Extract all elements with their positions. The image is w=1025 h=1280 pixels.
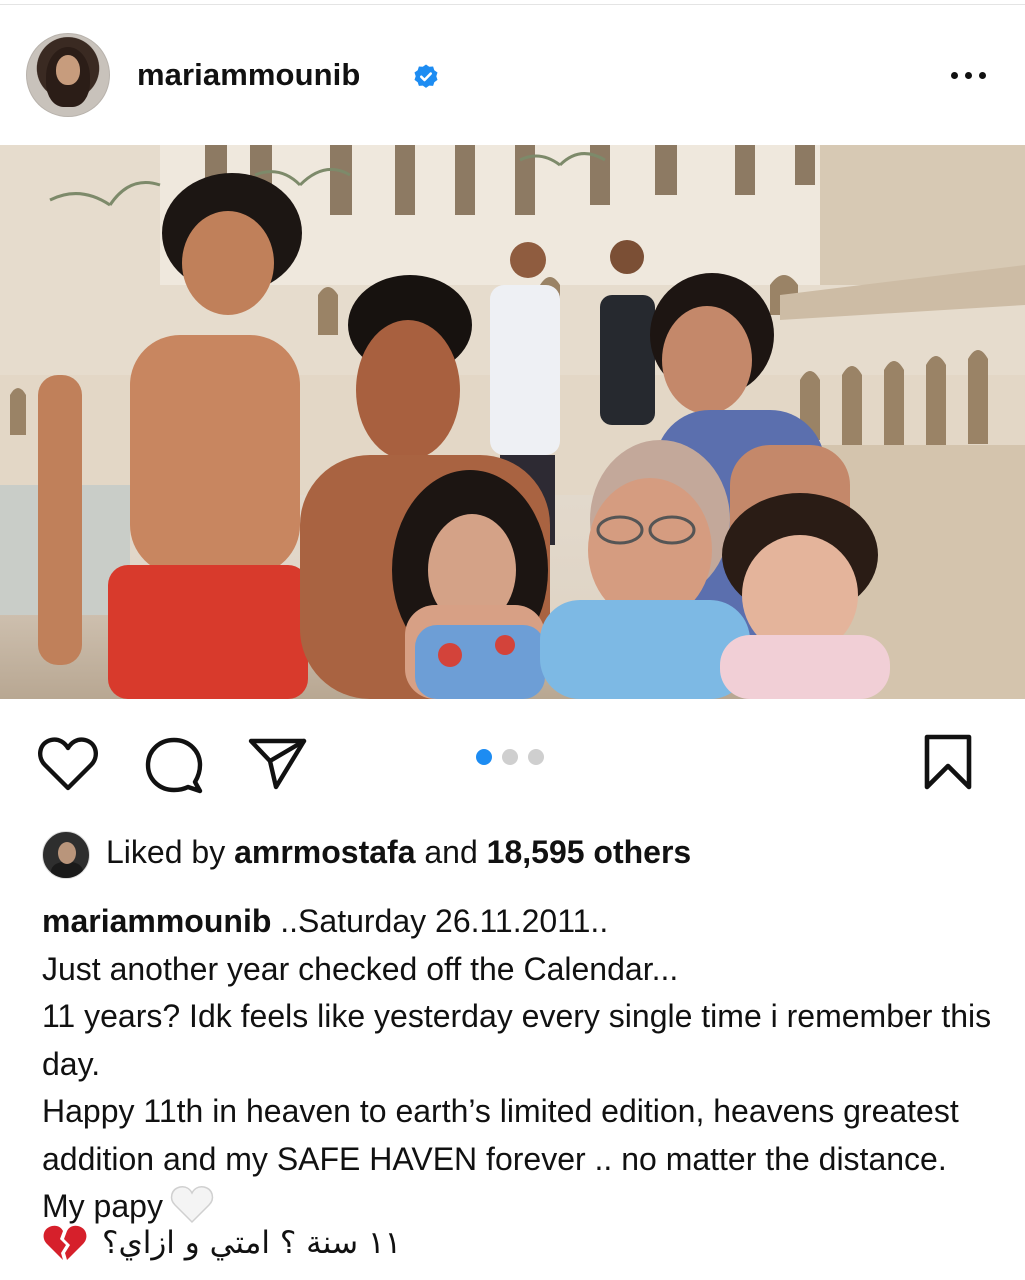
- verified-badge-icon: [414, 64, 438, 88]
- post-username[interactable]: mariammounib: [137, 57, 360, 93]
- post-caption: mariammounib ..Saturday 26.11.2011.. Jus…: [42, 898, 992, 1231]
- caption-line: 11 years? Idk feels like yesterday every…: [42, 998, 992, 1082]
- paper-plane-icon[interactable]: [246, 734, 308, 792]
- post-header: mariammounib: [0, 5, 1025, 145]
- instagram-post: mariammounib Liked by amrmostafa and 18,…: [0, 0, 1025, 1280]
- caption-arabic-line: ١١ سنة ؟ امتي و ازاي؟: [42, 1219, 462, 1267]
- post-photo[interactable]: [0, 145, 1025, 699]
- broken-heart-emoji-icon: [43, 1225, 87, 1260]
- caption-line: Just another year checked off the Calend…: [42, 950, 679, 987]
- family-photo-illustration: [0, 145, 1025, 699]
- carousel-dot[interactable]: [502, 749, 518, 765]
- liker-username[interactable]: amrmostafa: [234, 834, 415, 870]
- likes-connector: and: [424, 834, 478, 870]
- caption-first-line: mariammounib ..Saturday 26.11.2011..: [42, 898, 992, 946]
- comment-bubble-icon[interactable]: [143, 735, 205, 795]
- more-dot-icon: [964, 71, 972, 79]
- caption-line-with-emoji: Happy 11th in heaven to earth’s limited …: [42, 1088, 992, 1231]
- carousel-dot[interactable]: [528, 749, 544, 765]
- likes-prefix: Liked by: [106, 834, 226, 870]
- bookmark-icon[interactable]: [922, 733, 974, 791]
- likes-others-count[interactable]: 18,595 others: [487, 834, 692, 870]
- more-options-button[interactable]: [940, 57, 996, 93]
- heart-icon[interactable]: [36, 734, 100, 794]
- more-dot-icon: [950, 71, 958, 79]
- caption-date-text: ..Saturday 26.11.2011..: [280, 903, 609, 939]
- profile-avatar[interactable]: [26, 33, 110, 117]
- carousel-dot-active[interactable]: [476, 749, 492, 765]
- carousel-indicator: [476, 749, 550, 765]
- liker-avatar[interactable]: [42, 831, 90, 879]
- likes-summary[interactable]: Liked by amrmostafa and 18,595 others: [106, 834, 691, 871]
- caption-arabic-text: ١١ سنة ؟ امتي و ازاي؟: [102, 1225, 402, 1261]
- more-dot-icon: [978, 71, 986, 79]
- caption-author[interactable]: mariammounib: [42, 903, 271, 939]
